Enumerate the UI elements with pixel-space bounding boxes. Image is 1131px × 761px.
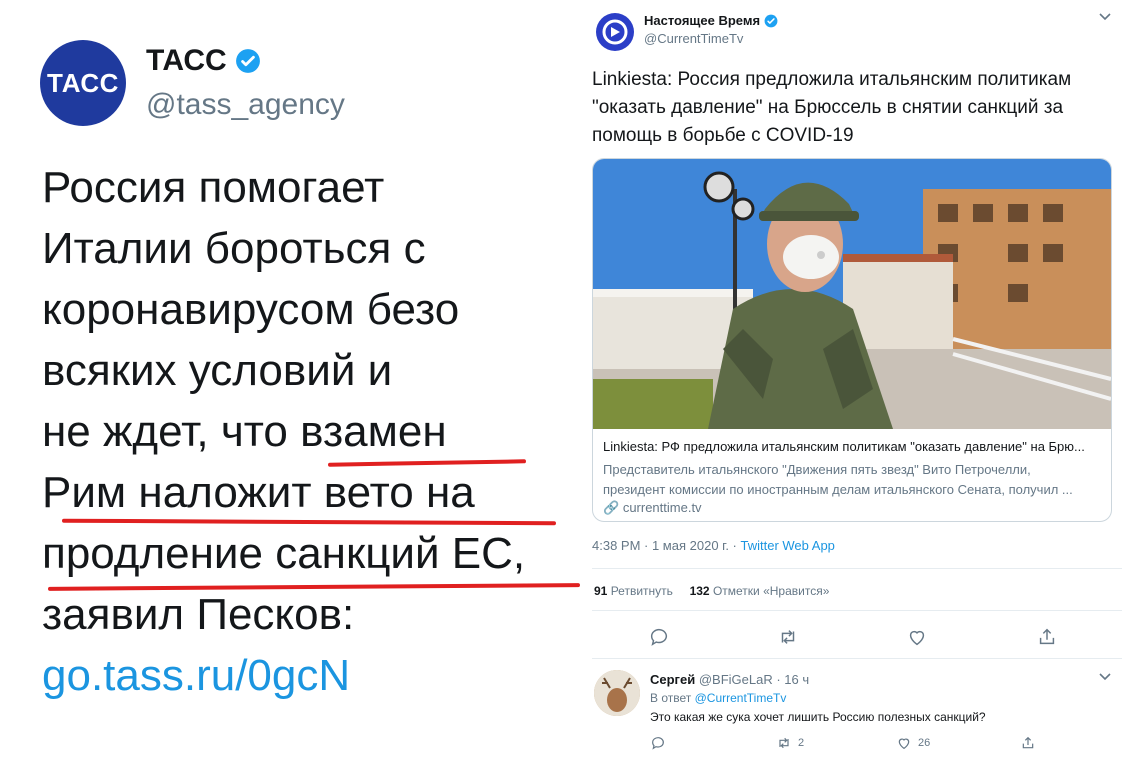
retweet-icon[interactable] [777,626,799,648]
tweet-link[interactable]: go.tass.ru/0gcN [42,645,582,706]
retweets-count[interactable]: 91 [594,584,607,598]
tweet-line: Рим наложит вето на [42,468,475,517]
retweet-icon [779,737,789,749]
tass-tweet-text: Россия помогает Италии бороться с корона… [42,157,582,706]
share-icon [1022,736,1034,749]
card-desc-line: Представитель итальянского "Движения пят… [603,462,1031,477]
currenttime-tweet: Настоящее Время @CurrentTimeTv Linkiesta… [580,0,1131,761]
tweet-meta: 4:38 PM · 1 мая 2020 г. · Twitter Web Ap… [592,538,835,553]
reply-text: Это какая же сука хочет лишить Россию по… [650,710,986,724]
currenttime-logo-icon [602,19,628,45]
card-description: Представитель итальянского "Движения пят… [603,460,1103,500]
chevron-down-icon[interactable] [1098,10,1112,24]
reply-retweet-action[interactable]: 2 [776,735,804,751]
card-title: Linkiesta: РФ предложила итальянским пол… [603,439,1085,454]
card-domain-text: currenttime.tv [622,500,702,515]
reply-name: Сергей [650,672,696,687]
tweet-source-app[interactable]: Twitter Web App [740,538,834,553]
tweet-line: Россия помогает [42,163,385,212]
currenttime-name-text: Настоящее Время [644,13,761,28]
tass-name-text: ТАСС [146,44,227,77]
reply-avatar[interactable] [594,670,640,716]
soldier-photo [593,159,1111,429]
tass-display-name[interactable]: ТАСС [146,44,261,78]
likes-count[interactable]: 132 [690,584,710,598]
tass-avatar[interactable]: ТАСС [40,40,126,126]
deer-avatar-icon [594,670,640,716]
currenttime-tweet-text: Linkiesta: Россия предложила итальянским… [592,69,1072,146]
tass-avatar-text: ТАСС [47,67,119,98]
like-icon[interactable] [906,626,928,648]
retweets-label[interactable]: Ретвитнуть [611,584,673,598]
reply-icon [652,737,664,750]
reply-retweet-count: 2 [798,737,805,749]
divider [592,658,1122,659]
tweet-line: всяких условий и [42,346,393,395]
reply-to-handle[interactable]: @CurrentTimeTv [695,691,787,705]
reply-reply-action[interactable] [650,735,672,751]
reply-icon[interactable] [648,626,670,648]
reply-to: В ответ @CurrentTimeTv [650,691,786,705]
card-desc-line: президент комиссии по иностранным делам … [603,482,1073,497]
currenttime-display-name[interactable]: Настоящее Время [644,13,778,28]
likes-label[interactable]: Отметки «Нравится» [713,584,829,598]
reply-handle: @BFiGeLaR · 16 ч [698,672,810,687]
share-icon[interactable] [1036,626,1058,648]
reply-share-action[interactable] [1020,735,1042,751]
currenttime-handle[interactable]: @CurrentTimeTv [644,31,743,46]
tass-tweet: ТАСС ТАСС @tass_agency Россия помогает И… [0,0,582,761]
verified-badge-icon [235,49,260,73]
reply-like-count: 26 [918,737,931,749]
reply-author[interactable]: Сергей @BFiGeLaR · 16 ч [650,672,809,687]
divider [592,610,1122,611]
link-preview-card[interactable]: Linkiesta: РФ предложила итальянским пол… [592,158,1112,522]
chevron-down-icon[interactable] [1098,670,1112,684]
card-domain: 🔗 currenttime.tv [603,500,702,516]
tweet-line: заявил Песков: [42,590,355,639]
tweet-line: коронавирусом безо [42,285,460,334]
currenttime-avatar[interactable] [596,13,634,51]
reply-to-prefix: В ответ [650,691,695,705]
like-icon [898,738,910,750]
tweet-line: не ждет, что взамен [42,407,447,456]
tweet-timestamp[interactable]: 4:38 PM · 1 мая 2020 г. · [592,538,740,553]
reply-like-action[interactable]: 26 [896,735,930,751]
tweet-line: Италии бороться с [42,224,426,273]
link-icon: 🔗 [603,500,620,515]
verified-badge-icon [764,14,778,27]
tweet-stats: 91 Ретвитнуть 132 Отметки «Нравится» [594,584,829,598]
tass-handle[interactable]: @tass_agency [146,88,345,122]
tweet-line: продление санкций ЕС, [42,529,526,578]
divider [592,568,1122,569]
